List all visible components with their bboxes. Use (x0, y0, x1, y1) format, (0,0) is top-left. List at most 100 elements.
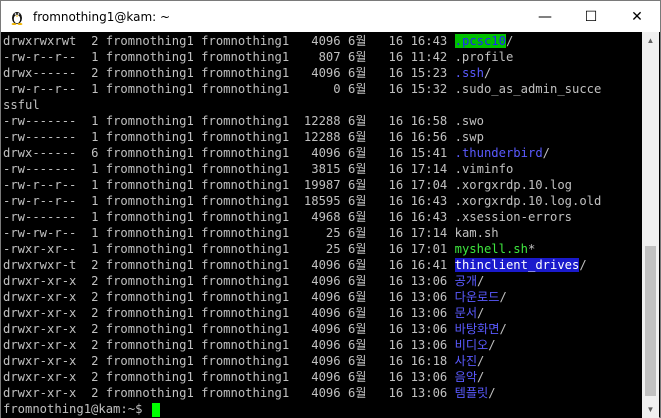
terminal-line: drwxr-xr-x 2 fromnothing1 fromnothing1 4… (3, 273, 484, 289)
file-name: .swo (454, 114, 484, 128)
penguin-icon[interactable] (9, 9, 25, 25)
file-owner: fromnothing1 (105, 306, 194, 320)
terminal-line: drwx------ 2 fromnothing1 fromnothing1 4… (3, 65, 491, 81)
file-size: 807 (318, 50, 341, 64)
file-group: fromnothing1 (201, 370, 290, 384)
file-owner: fromnothing1 (105, 242, 194, 256)
file-size: 4096 (311, 274, 341, 288)
file-month: 6월 (347, 114, 367, 128)
title-bar[interactable]: fromnothing1@kam: ~ — ☐ ✕ (1, 1, 660, 32)
wrapped-text: ssful (3, 98, 40, 112)
file-month: 6월 (347, 274, 367, 288)
file-time: 16:18 (410, 354, 448, 368)
file-links: 1 (91, 114, 99, 128)
file-month: 6월 (347, 306, 367, 320)
file-links: 1 (91, 178, 99, 192)
terminal-line: ssful (3, 97, 40, 113)
file-links: 2 (91, 306, 99, 320)
file-size: 25 (325, 226, 341, 240)
minimize-button[interactable]: — (522, 1, 568, 32)
arrow-up-icon[interactable]: ▲ (642, 32, 659, 49)
file-links: 6 (91, 146, 99, 160)
scrollbar-thumb[interactable] (645, 246, 656, 396)
terminal-output[interactable]: drwxrwxrwt 2 fromnothing1 fromnothing1 4… (1, 32, 643, 418)
prompt-line[interactable]: fromnothing1@kam:~$ (3, 401, 160, 417)
file-perm: drwxr-xr-x (3, 354, 77, 368)
terminal-line: drwxr-xr-x 2 fromnothing1 fromnothing1 4… (3, 337, 496, 353)
file-type-suffix: / (499, 290, 507, 304)
file-perm: drwxr-xr-x (3, 386, 77, 400)
file-links: 2 (91, 386, 99, 400)
file-owner: fromnothing1 (105, 258, 194, 272)
file-size: 4096 (311, 322, 341, 336)
file-owner: fromnothing1 (105, 322, 194, 336)
file-time: 16:56 (410, 130, 448, 144)
file-perm: -rw------- (3, 162, 77, 176)
file-day: 16 (388, 146, 404, 160)
vertical-scrollbar[interactable]: ▲ ▼ (642, 32, 659, 418)
file-name: 바탕화면 (454, 322, 500, 336)
file-links: 1 (91, 130, 99, 144)
file-owner: fromnothing1 (105, 226, 194, 240)
file-name: .viminfo (454, 162, 514, 176)
file-perm: drwxr-xr-x (3, 370, 77, 384)
file-name: 문서 (454, 306, 478, 320)
file-name: 음악 (454, 370, 478, 384)
file-time: 15:32 (410, 82, 448, 96)
file-time: 15:23 (410, 66, 448, 80)
shell-prompt: fromnothing1@kam:~$ (3, 402, 150, 416)
file-type-suffix: / (579, 258, 587, 272)
file-perm: -rw-r--r-- (3, 50, 77, 64)
file-time: 17:04 (410, 178, 448, 192)
file-type-suffix: * (527, 242, 536, 256)
terminal-line: -rw------- 1 fromnothing1 fromnothing1 4… (3, 209, 572, 225)
file-size: 19987 (303, 178, 341, 192)
file-perm: -rw------- (3, 210, 77, 224)
file-group: fromnothing1 (201, 290, 290, 304)
file-name: myshell.sh (454, 242, 528, 256)
file-owner: fromnothing1 (105, 370, 194, 384)
file-month: 6월 (347, 162, 367, 176)
file-group: fromnothing1 (201, 194, 290, 208)
file-owner: fromnothing1 (105, 50, 194, 64)
file-month: 6월 (347, 178, 367, 192)
close-button[interactable]: ✕ (614, 1, 660, 32)
file-day: 16 (388, 242, 404, 256)
terminal-line: drwx------ 6 fromnothing1 fromnothing1 4… (3, 145, 550, 161)
file-time: 16:41 (410, 258, 448, 272)
file-name: 템플릿 (454, 386, 489, 400)
file-time: 17:14 (410, 162, 448, 176)
file-name: .thunderbird (454, 146, 543, 160)
file-size: 4096 (311, 258, 341, 272)
file-group: fromnothing1 (201, 226, 290, 240)
file-name: .profile (454, 50, 514, 64)
maximize-button[interactable]: ☐ (568, 1, 614, 32)
file-day: 16 (388, 274, 404, 288)
terminal-line: -rw------- 1 fromnothing1 fromnothing1 1… (3, 129, 484, 145)
file-links: 1 (91, 82, 99, 96)
file-time: 13:06 (410, 338, 448, 352)
file-links: 1 (91, 194, 99, 208)
arrow-down-icon[interactable]: ▼ (642, 401, 659, 418)
file-time: 16:58 (410, 114, 448, 128)
terminal-line: drwxrwxr-t 2 fromnothing1 fromnothing1 4… (3, 257, 587, 273)
file-group: fromnothing1 (201, 274, 290, 288)
file-name: .xorgxrdp.10.log (454, 178, 572, 192)
file-month: 6월 (347, 258, 367, 272)
file-links: 1 (91, 162, 99, 176)
file-group: fromnothing1 (201, 354, 290, 368)
file-month: 6월 (347, 82, 367, 96)
file-size: 4096 (311, 34, 341, 48)
file-time: 13:06 (410, 306, 448, 320)
file-owner: fromnothing1 (105, 210, 194, 224)
file-size: 4096 (311, 386, 341, 400)
file-size: 3815 (311, 162, 341, 176)
file-time: 13:06 (410, 290, 448, 304)
file-size: 4096 (311, 290, 341, 304)
file-size: 4096 (311, 66, 341, 80)
terminal-line: -rw------- 1 fromnothing1 fromnothing1 1… (3, 113, 484, 129)
file-links: 2 (91, 34, 99, 48)
file-group: fromnothing1 (201, 162, 290, 176)
terminal-line: -rw-r--r-- 1 fromnothing1 fromnothing1 1… (3, 193, 601, 209)
file-size: 12288 (303, 130, 341, 144)
